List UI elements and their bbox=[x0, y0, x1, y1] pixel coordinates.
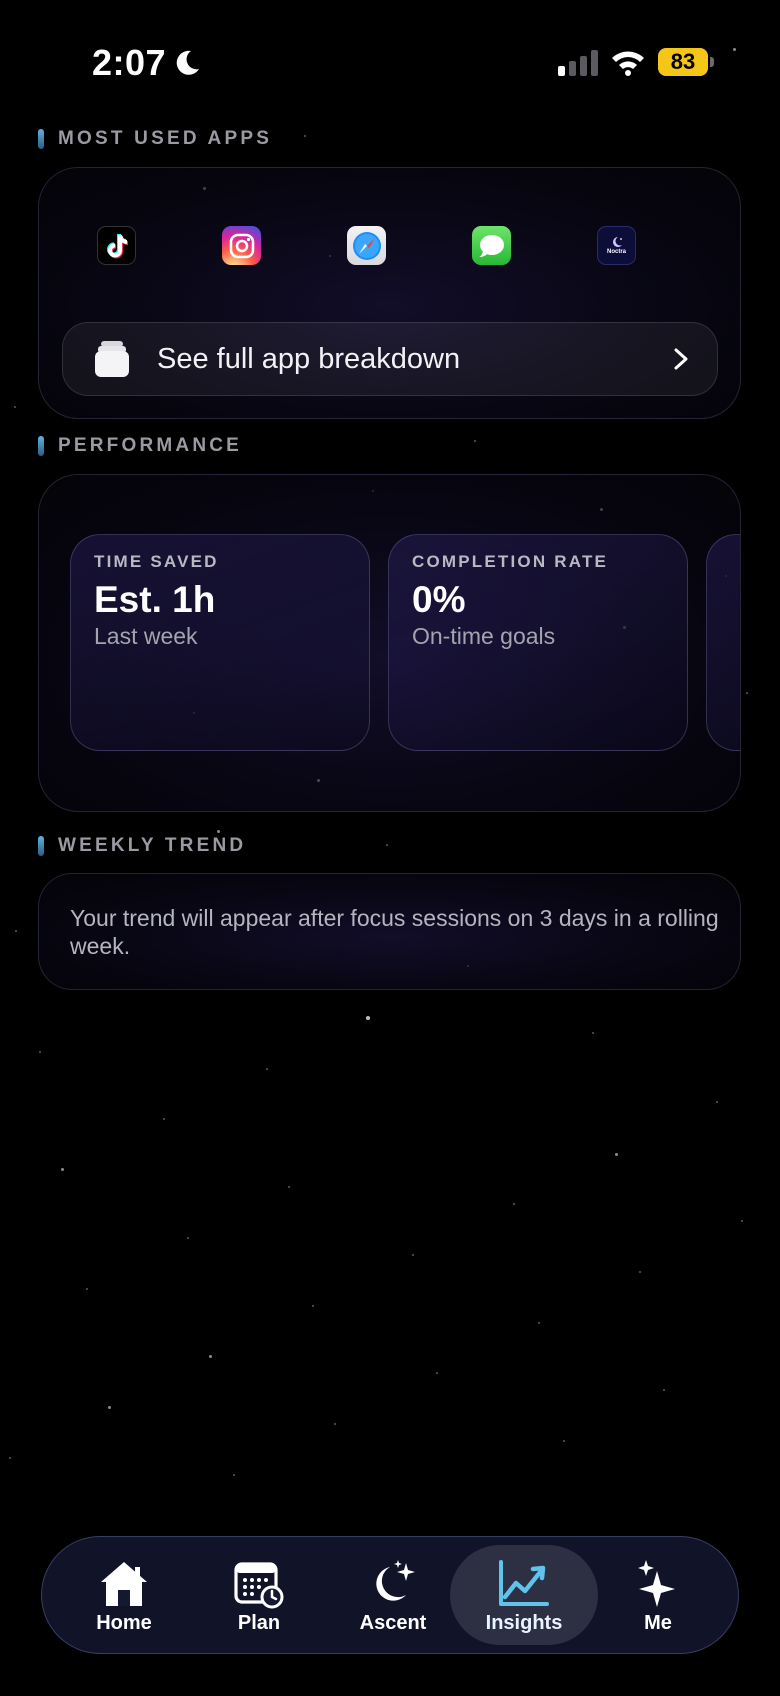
sparkles-icon bbox=[638, 1560, 675, 1607]
wifi-icon bbox=[612, 51, 644, 76]
see-full-app-breakdown-button[interactable]: See full app breakdown bbox=[62, 322, 718, 396]
home-icon bbox=[101, 1562, 147, 1606]
performance-card: TIME SAVED Est. 1h Last week COMPLETION … bbox=[38, 474, 741, 812]
section-header-weekly-trend: WEEKLY TREND bbox=[38, 835, 246, 857]
cellular-signal-icon bbox=[558, 50, 598, 76]
metric-time-saved[interactable]: TIME SAVED Est. 1h Last week bbox=[70, 534, 370, 751]
section-header-most-used-apps: MOST USED APPS bbox=[38, 128, 272, 150]
tab-me[interactable]: Me bbox=[584, 1545, 732, 1645]
app-icon-row: Noctra bbox=[97, 226, 636, 265]
metric-completion-rate[interactable]: COMPLETION RATE 0% On-time goals bbox=[388, 534, 688, 751]
stack-icon bbox=[95, 341, 129, 377]
tab-bar: Home Plan Ascent Insights Me bbox=[41, 1536, 739, 1654]
weekly-trend-card: Your trend will appear after focus sessi… bbox=[38, 873, 741, 990]
calendar-icon bbox=[234, 1562, 284, 1609]
weekly-trend-message: Your trend will appear after focus sessi… bbox=[70, 905, 719, 959]
most-used-apps-card: Noctra See full app breakdown bbox=[38, 167, 741, 419]
battery-indicator: 83 bbox=[658, 48, 714, 76]
tab-insights[interactable]: Insights bbox=[450, 1545, 598, 1645]
tab-plan[interactable]: Plan bbox=[185, 1545, 333, 1645]
chart-trend-icon bbox=[499, 1560, 549, 1606]
moon-sparkle-icon bbox=[376, 1560, 415, 1601]
tab-ascent[interactable]: Ascent bbox=[319, 1545, 467, 1645]
tab-home[interactable]: Home bbox=[50, 1545, 198, 1645]
noctra-icon[interactable]: Noctra bbox=[597, 226, 636, 265]
section-header-performance: PERFORMANCE bbox=[38, 435, 242, 457]
section-marker bbox=[38, 436, 44, 456]
focus-moon-icon bbox=[176, 50, 200, 75]
metric-next-partial[interactable] bbox=[706, 534, 740, 751]
chevron-right-icon bbox=[674, 348, 688, 370]
status-bar: 2:07 83 bbox=[0, 0, 780, 120]
messages-icon[interactable] bbox=[472, 226, 511, 265]
section-marker bbox=[38, 129, 44, 149]
instagram-icon[interactable] bbox=[222, 226, 261, 265]
section-marker bbox=[38, 836, 44, 856]
tiktok-icon[interactable] bbox=[97, 226, 136, 265]
status-time: 2:07 bbox=[92, 42, 202, 84]
safari-icon[interactable] bbox=[347, 226, 386, 265]
